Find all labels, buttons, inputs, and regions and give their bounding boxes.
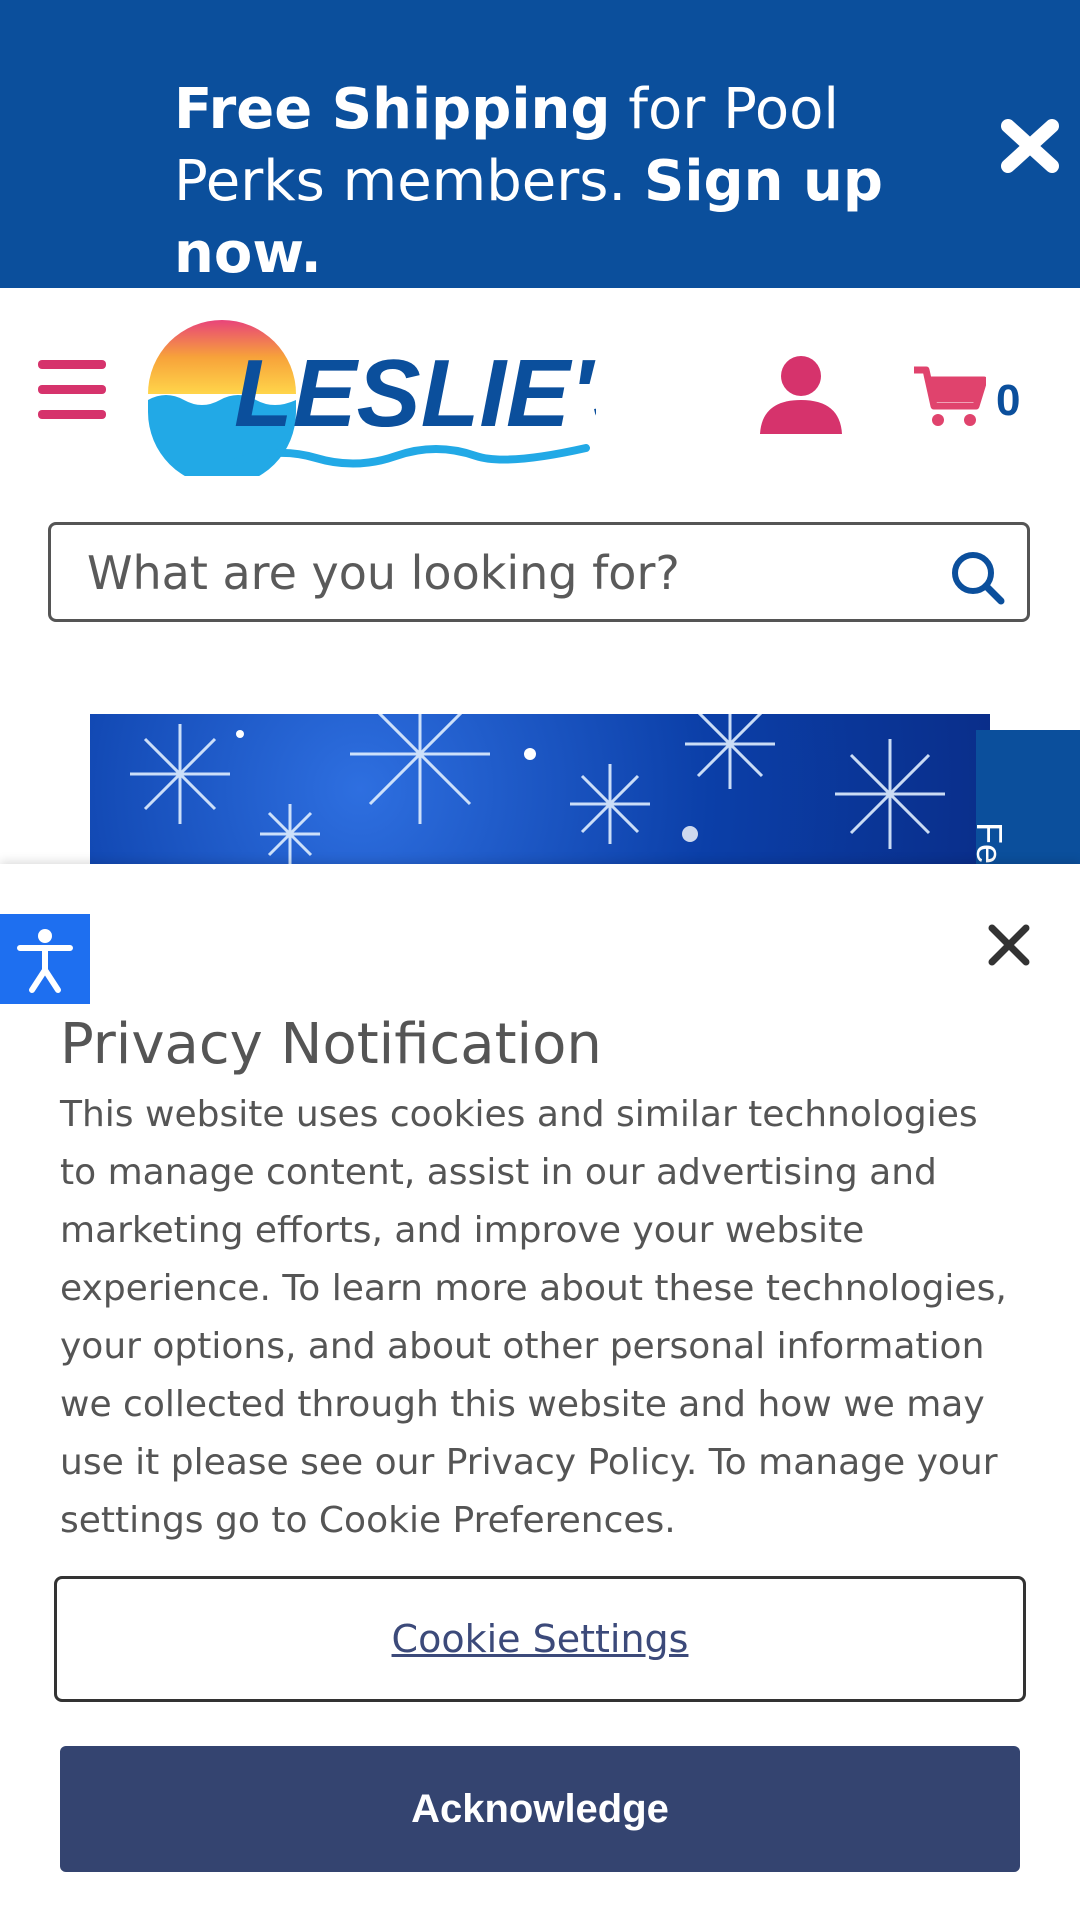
search-icon[interactable] — [951, 551, 1005, 605]
search-bar[interactable] — [48, 522, 1030, 622]
feedback-tab[interactable]: Fe — [969, 730, 1080, 864]
privacy-title: Privacy Notification — [60, 1012, 602, 1077]
logo-text: LESLIE'S — [234, 340, 596, 447]
close-icon[interactable] — [1000, 112, 1060, 180]
acknowledge-button[interactable]: Acknowledge — [60, 1746, 1020, 1872]
feedback-tab-label: Fe — [969, 822, 1010, 865]
hero-banner-image[interactable] — [90, 714, 990, 864]
cookie-settings-button[interactable]: Cookie Settings — [54, 1576, 1026, 1702]
promo-text[interactable]: Free Shipping for Pool Perks members. Si… — [174, 74, 934, 290]
privacy-body: This website uses cookies and similar te… — [60, 1094, 1007, 1541]
accessibility-button[interactable] — [0, 914, 90, 1004]
cart-count[interactable]: 0 — [996, 376, 1020, 426]
snowflake-pattern — [130, 714, 945, 864]
close-icon[interactable] — [988, 924, 1030, 966]
search-input[interactable] — [85, 539, 909, 607]
cart-icon[interactable] — [912, 366, 986, 428]
account-icon[interactable] — [758, 354, 844, 434]
accessibility-icon — [17, 929, 73, 993]
hamburger-menu-icon[interactable] — [38, 360, 106, 419]
promo-banner[interactable]: Free Shipping for Pool Perks members. Si… — [0, 0, 1080, 288]
promo-free-shipping: Free Shipping — [174, 77, 611, 142]
leslies-logo[interactable]: LESLIE'S — [146, 316, 596, 476]
